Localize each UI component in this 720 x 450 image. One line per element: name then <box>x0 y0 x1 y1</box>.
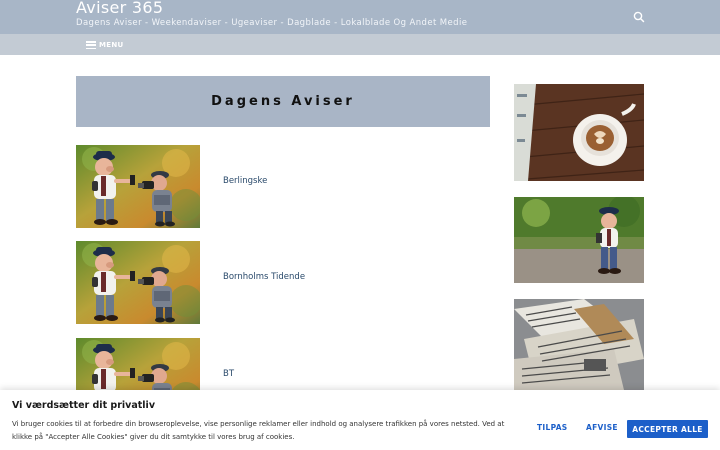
item-link-berlingske[interactable]: Berlingske <box>223 176 267 186</box>
reporter-figurine-image[interactable] <box>514 197 644 283</box>
item-link-bt[interactable]: BT <box>223 369 234 379</box>
page-title: Dagens Aviser <box>211 94 355 109</box>
customize-button[interactable]: TILPAS <box>537 423 568 432</box>
hamburger-icon <box>86 41 96 49</box>
reporter-figurine-image[interactable] <box>76 241 200 324</box>
page-heading-box: Dagens Aviser <box>76 76 490 127</box>
reporter-figurine-image[interactable] <box>76 145 200 228</box>
site-title[interactable]: Aviser 365 <box>76 0 163 17</box>
cookie-banner: Vi værdsætter dit privatliv Vi bruger co… <box>0 390 720 450</box>
site-tagline: Dagens Aviser - Weekendaviser - Ugeavise… <box>76 18 468 28</box>
list-item: Bornholms Tidende <box>76 241 490 324</box>
nav-bar: MENU <box>0 34 720 55</box>
reject-button[interactable]: AFVISE <box>586 423 618 432</box>
cookie-text: Vi bruger cookies til at forbedre din br… <box>12 420 505 441</box>
menu-button[interactable]: MENU <box>86 39 124 51</box>
search-icon[interactable] <box>632 9 646 23</box>
accept-all-button[interactable]: ACCEPTER ALLE <box>627 420 708 438</box>
site-header: Aviser 365 Dagens Aviser - Weekendaviser… <box>0 0 720 34</box>
menu-label: MENU <box>99 41 124 49</box>
cookie-title: Vi værdsætter dit privatliv <box>12 400 156 411</box>
item-link-bornholms-tidende[interactable]: Bornholms Tidende <box>223 272 305 282</box>
list-item: Berlingske <box>76 145 490 228</box>
coffee-and-newspaper-image[interactable] <box>514 84 644 181</box>
newspaper-stack-image[interactable] <box>514 299 644 390</box>
